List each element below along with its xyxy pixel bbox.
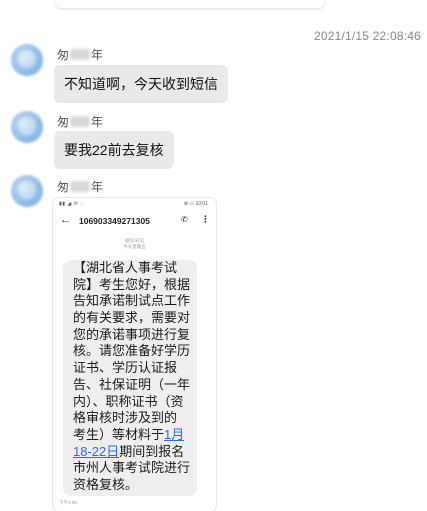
sms-line: 内）、职称证书（资 <box>73 393 184 409</box>
blurred-name-part <box>70 116 91 127</box>
sms-line: 核。请您准备好学历 <box>73 343 191 359</box>
sms-line: 告知承诺制试点工作 <box>73 293 191 309</box>
back-arrow-icon: ← <box>60 214 71 226</box>
sms-meta: 短信/彩信 今天星期五 <box>53 238 216 250</box>
sender-name: 匆年 <box>57 115 104 129</box>
avatar-icon[interactable] <box>11 175 43 207</box>
status-icons-right: ⊗ ▭ 10:01 <box>183 201 208 207</box>
sms-line: 您的承诺事项进行复 <box>73 326 191 342</box>
avatar-icon[interactable] <box>11 111 43 143</box>
sms-header: ← 106903349271305 ✆ ⋮ <box>53 210 216 232</box>
sms-sender-number: 106903349271305 <box>79 216 150 226</box>
sms-line: 格审核时涉及到的 <box>73 410 178 426</box>
previous-message-bubble <box>56 0 324 8</box>
sms-time-footer: 下午4:05 <box>59 500 77 505</box>
date-link[interactable]: 18-22日 <box>73 444 119 459</box>
message-bubble[interactable]: 不知道啊，今天收到短信 <box>54 65 228 103</box>
sms-line: 的有关要求，需要对 <box>73 310 191 326</box>
sms-line: 18-22日期间到报名 <box>73 444 197 461</box>
sms-line: 告、社保证明（一年 <box>73 376 191 392</box>
phone-call-icon: ✆ <box>181 215 188 224</box>
sms-meta-date: 今天星期五 <box>123 244 146 249</box>
phone-status-bar: ▮▮ ◢ ✉ ◌ ⊗ ▭ 10:01 <box>53 198 216 210</box>
avatar-icon[interactable] <box>11 44 43 76</box>
blurred-name-part <box>70 49 91 60</box>
sender-name: 匆年 <box>57 180 104 194</box>
sms-line: 院】考生您好，根据 <box>73 276 191 292</box>
sms-message-bubble: 【湖北省人事考试 院】考生您好，根据 告知承诺制试点工作 的有关要求，需要对 您… <box>63 260 197 496</box>
blurred-name-part <box>70 181 91 192</box>
sms-line: 考生）等材料于1月 <box>73 427 197 444</box>
sms-line-text: 考生）等材料于 <box>73 426 165 442</box>
date-link[interactable]: 1月 <box>164 427 184 442</box>
sms-line: 资格复核。 <box>73 476 139 492</box>
sms-line: 【湖北省人事考试 <box>73 260 178 275</box>
sms-line: 证书、学历认证报 <box>73 360 178 376</box>
status-icons-left: ▮▮ ◢ ✉ ◌ <box>59 201 84 207</box>
sms-screenshot-image[interactable]: ▮▮ ◢ ✉ ◌ ⊗ ▭ 10:01 ← 106903349271305 ✆ ⋮… <box>53 198 216 511</box>
sender-name: 匆年 <box>57 48 104 62</box>
sms-line: 市州人事考试院进行 <box>73 460 191 476</box>
message-bubble[interactable]: 要我22前去复核 <box>54 131 174 169</box>
more-vertical-icon: ⋮ <box>201 214 210 224</box>
message-timestamp: 2021/1/15 22:08:46 <box>313 29 421 43</box>
sms-line-text: 期间到报名 <box>119 443 185 459</box>
